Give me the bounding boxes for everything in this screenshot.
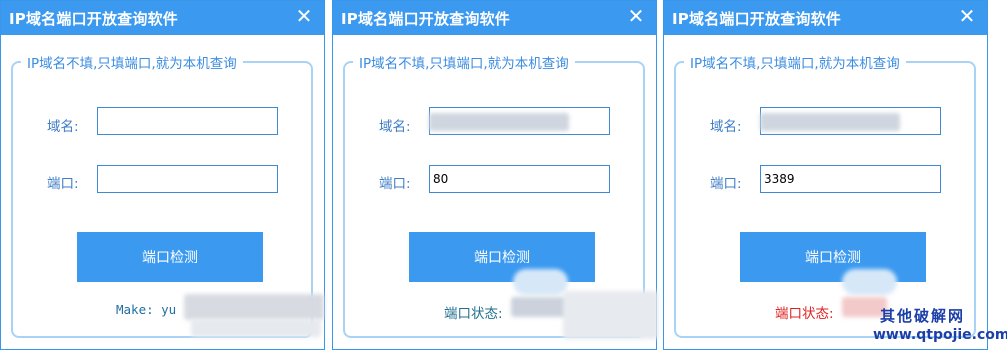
app-window-2: IP域名端口开放查询软件 ✕ IP域名不填,只填端口,就为本机查询 域名: 端口…: [332, 0, 658, 350]
redacted-domain-blur: [760, 113, 900, 131]
status-text: 端口状态:: [775, 306, 834, 322]
watermark-line1: 其他破解网: [880, 307, 966, 325]
redacted-author-blur-2: [191, 319, 321, 337]
port-check-button[interactable]: 端口检测: [77, 232, 263, 282]
port-label: 端口:: [47, 176, 79, 192]
domain-label: 域名:: [379, 119, 411, 135]
close-icon[interactable]: ✕: [293, 5, 315, 27]
port-input[interactable]: [97, 165, 278, 193]
window-title: IP域名端口开放查询软件: [9, 10, 178, 28]
title-bar[interactable]: IP域名端口开放查询软件 ✕: [333, 1, 656, 35]
window-title: IP域名端口开放查询软件: [672, 10, 841, 28]
redacted-status-blur-2: [563, 291, 658, 339]
domain-label: 域名:: [47, 119, 79, 135]
port-label: 端口:: [379, 176, 411, 192]
redacted-domain-blur: [429, 113, 569, 131]
group-legend: IP域名不填,只填端口,就为本机查询: [353, 52, 575, 72]
close-icon[interactable]: ✕: [625, 5, 647, 27]
close-icon[interactable]: ✕: [956, 5, 978, 27]
status-text: 端口状态:: [444, 306, 503, 322]
cloud-blur: [842, 269, 897, 295]
status-text: Make: yu: [116, 302, 177, 317]
window-title: IP域名端口开放查询软件: [341, 10, 510, 28]
port-label: 端口:: [710, 176, 742, 192]
app-window-3: IP域名端口开放查询软件 ✕ IP域名不填,只填端口,就为本机查询 域名: 端口…: [663, 0, 988, 350]
port-input[interactable]: [429, 165, 610, 193]
title-bar[interactable]: IP域名端口开放查询软件 ✕: [1, 1, 324, 35]
domain-label: 域名:: [710, 119, 742, 135]
query-groupbox: [674, 61, 976, 338]
port-input[interactable]: [760, 165, 941, 193]
app-window-1: IP域名端口开放查询软件 ✕ IP域名不填,只填端口,就为本机查询 域名: 端口…: [0, 0, 325, 350]
title-bar[interactable]: IP域名端口开放查询软件 ✕: [664, 1, 987, 35]
watermark-line2: www.qtpojie.com: [873, 327, 1007, 343]
redacted-author-blur: [184, 294, 324, 320]
domain-input[interactable]: [97, 107, 278, 135]
port-check-button[interactable]: 端口检测: [409, 232, 595, 282]
group-legend: IP域名不填,只填端口,就为本机查询: [21, 52, 243, 72]
port-check-button[interactable]: 端口检测: [740, 232, 926, 282]
redacted-status-blur: [511, 297, 571, 317]
group-legend: IP域名不填,只填端口,就为本机查询: [684, 52, 906, 72]
cloud-blur: [513, 269, 568, 295]
